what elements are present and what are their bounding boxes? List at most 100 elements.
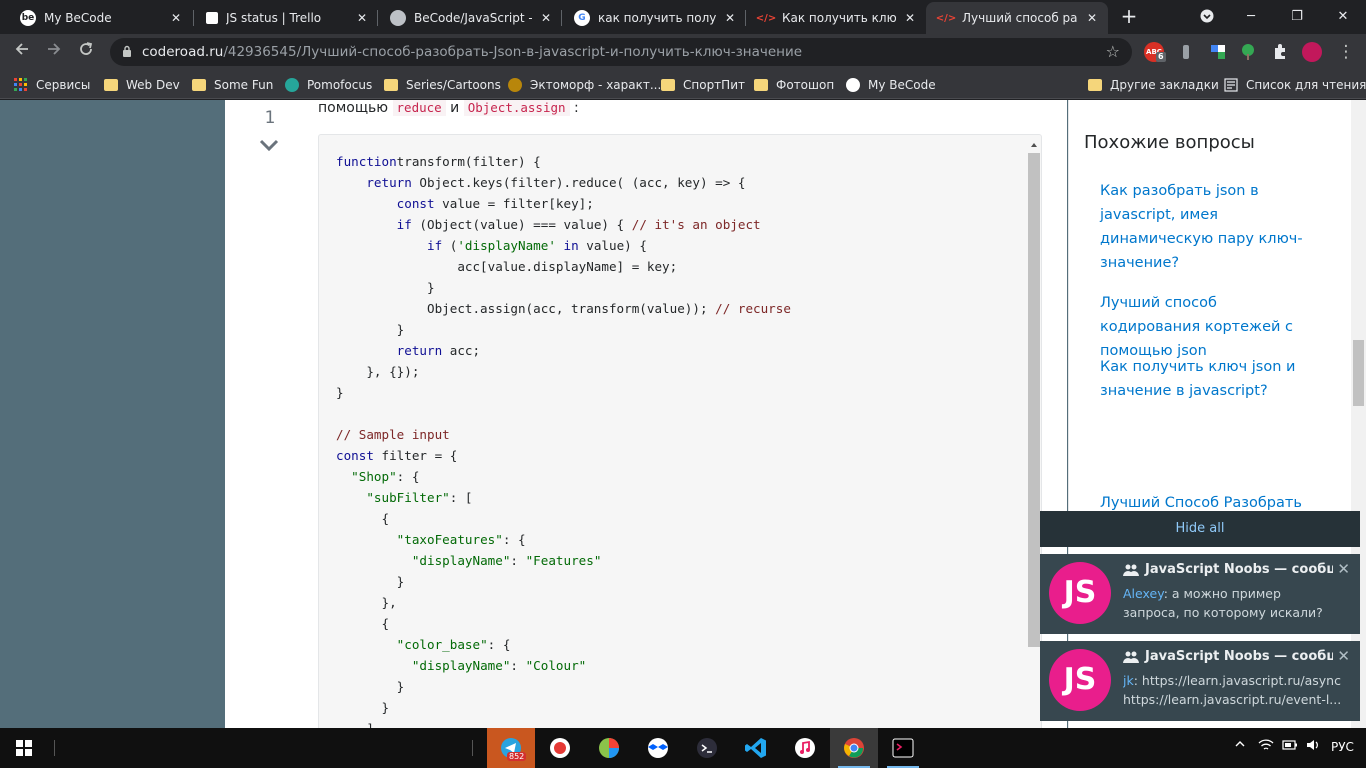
color-wheel-icon bbox=[599, 738, 619, 758]
intro-text: помощью bbox=[318, 100, 389, 116]
bookmark-apps[interactable]: Сервисы bbox=[14, 75, 90, 95]
group-icon bbox=[1123, 651, 1139, 663]
code-line: } bbox=[336, 697, 791, 718]
answer-intro: помощью reduce и Object.assign : bbox=[318, 100, 579, 116]
close-icon[interactable]: ✕ bbox=[1337, 560, 1350, 578]
close-icon[interactable]: ✕ bbox=[538, 10, 554, 26]
tab-1[interactable]: JS status | Trello ✕ bbox=[194, 2, 378, 34]
bookmark-folder-series[interactable]: Series/Cartoons bbox=[384, 75, 501, 95]
wifi-icon[interactable] bbox=[1258, 738, 1274, 755]
tab-2[interactable]: BeCode/JavaScript - d ✕ bbox=[378, 2, 562, 34]
code-line: "subFilter": [ bbox=[336, 487, 791, 508]
dropbox-taskbar-icon[interactable] bbox=[634, 728, 682, 768]
tab-0[interactable]: be My BeCode ✕ bbox=[8, 2, 192, 34]
folder-icon bbox=[104, 79, 118, 91]
record-taskbar-icon[interactable] bbox=[536, 728, 584, 768]
notification-title-text: JavaScript Noobs — сообщ... bbox=[1145, 562, 1333, 577]
close-window-button[interactable]: ✕ bbox=[1320, 0, 1366, 32]
folder-icon bbox=[661, 79, 675, 91]
language-indicator[interactable]: РУС bbox=[1331, 740, 1354, 754]
related-question-link[interactable]: Как разобрать json в javascript, имея ди… bbox=[1100, 179, 1320, 275]
extension-icon[interactable] bbox=[1238, 42, 1258, 62]
telegram-taskbar-icon[interactable]: 852 bbox=[487, 728, 535, 768]
notification-card[interactable]: JS JavaScript Noobs — сообщ... ✕ jk: htt… bbox=[1040, 641, 1360, 721]
profile-avatar[interactable] bbox=[1302, 42, 1322, 62]
address-bar[interactable]: coderoad.ru/42936545/Лучший-способ-разоб… bbox=[110, 38, 1132, 66]
bookmark-folder-sportpit[interactable]: СпортПит bbox=[661, 75, 745, 95]
code-scrollbar[interactable] bbox=[1028, 143, 1040, 728]
restore-button[interactable]: ❐ bbox=[1274, 0, 1320, 32]
bookmark-folder-some-fun[interactable]: Some Fun bbox=[192, 75, 273, 95]
bookmark-ectomorph[interactable]: Эктоморф - характ... bbox=[508, 75, 661, 95]
related-question-link[interactable]: Как получить ключ json и значение в java… bbox=[1100, 355, 1320, 403]
code-line: } bbox=[336, 676, 791, 697]
close-icon[interactable]: ✕ bbox=[722, 10, 738, 26]
group-avatar: JS bbox=[1049, 562, 1111, 624]
hide-all-notifications-button[interactable]: Hide all bbox=[1040, 511, 1360, 547]
terminal-taskbar-icon[interactable] bbox=[683, 728, 731, 768]
downvote-icon[interactable] bbox=[259, 138, 279, 152]
bookmark-star-icon[interactable]: ☆ bbox=[1106, 42, 1120, 61]
tab-search-button[interactable] bbox=[1184, 0, 1230, 32]
close-icon[interactable]: ✕ bbox=[1084, 10, 1100, 26]
start-button[interactable] bbox=[0, 728, 48, 768]
close-icon[interactable]: ✕ bbox=[902, 10, 918, 26]
reading-list-button[interactable]: Список для чтения bbox=[1224, 75, 1366, 95]
becode-icon: be bbox=[20, 10, 36, 26]
spellcheck-extension-icon[interactable]: ABC 6 bbox=[1144, 42, 1166, 62]
tab-4[interactable]: </> Как получить ключ js ✕ bbox=[746, 2, 926, 34]
vscode-taskbar-icon[interactable] bbox=[732, 728, 780, 768]
bookmark-my-becode[interactable]: My BeCode bbox=[846, 75, 936, 95]
bookmark-other-folder[interactable]: Другие закладки bbox=[1088, 75, 1219, 95]
code-token: acc; bbox=[442, 343, 481, 358]
back-button[interactable] bbox=[10, 40, 34, 64]
close-icon[interactable]: ✕ bbox=[168, 10, 184, 26]
code-scrollbar-thumb[interactable] bbox=[1028, 153, 1040, 647]
tab-5-active[interactable]: </> Лучший способ разоб ✕ bbox=[926, 2, 1108, 34]
tab-3[interactable]: G как получить получит ✕ bbox=[562, 2, 746, 34]
code-line: } bbox=[336, 319, 791, 340]
code-line: "displayName": "Features" bbox=[336, 550, 791, 571]
forward-button[interactable] bbox=[42, 40, 66, 64]
notification-card[interactable]: JS JavaScript Noobs — сообщ... ✕ Alexey:… bbox=[1040, 554, 1360, 634]
url-text: coderoad.ru/42936545/Лучший-способ-разоб… bbox=[142, 44, 802, 60]
code-token: "Shop" bbox=[351, 469, 397, 484]
battery-icon[interactable] bbox=[1282, 739, 1298, 754]
page-scrollbar-thumb[interactable] bbox=[1353, 340, 1364, 406]
code-token: // recurse bbox=[715, 301, 791, 316]
color-picker-taskbar-icon[interactable] bbox=[585, 728, 633, 768]
itunes-taskbar-icon[interactable] bbox=[781, 728, 829, 768]
chrome-taskbar-icon[interactable] bbox=[830, 728, 878, 768]
minimize-button[interactable]: ─ bbox=[1228, 0, 1274, 32]
code-token: } bbox=[336, 574, 405, 589]
folder-icon bbox=[192, 79, 206, 91]
related-question-link[interactable]: Лучший способ кодирования кортежей с пом… bbox=[1100, 291, 1320, 363]
menu-button[interactable]: ⋮ bbox=[1334, 40, 1358, 64]
bookmark-pomofocus[interactable]: Pomofocus bbox=[285, 75, 372, 95]
code-token: ] bbox=[336, 721, 374, 728]
bookmark-label: Другие закладки bbox=[1110, 78, 1219, 92]
close-icon[interactable]: ✕ bbox=[1337, 647, 1350, 665]
code-line: } bbox=[336, 382, 791, 403]
extension-icon[interactable] bbox=[1176, 42, 1196, 62]
tray-chevron-up-icon[interactable] bbox=[1234, 738, 1246, 753]
bookmark-folder-photoshop[interactable]: Фотошоп bbox=[754, 75, 834, 95]
reading-list-icon bbox=[1224, 78, 1238, 92]
bookmark-folder-web-dev[interactable]: Web Dev bbox=[104, 75, 180, 95]
close-icon[interactable]: ✕ bbox=[354, 10, 370, 26]
code-line: // Sample input bbox=[336, 424, 791, 445]
arrow-left-icon bbox=[15, 43, 28, 55]
volume-icon[interactable] bbox=[1306, 738, 1320, 755]
terminal-icon bbox=[697, 738, 717, 758]
reload-button[interactable] bbox=[74, 40, 98, 64]
code-token: { bbox=[336, 511, 390, 526]
extensions-button[interactable] bbox=[1270, 42, 1290, 62]
scroll-up-arrow-icon[interactable] bbox=[1031, 143, 1037, 147]
new-tab-button[interactable]: + bbox=[1118, 6, 1140, 28]
hyper-terminal-taskbar-icon[interactable] bbox=[879, 728, 927, 768]
extension-icon[interactable] bbox=[1208, 42, 1228, 62]
